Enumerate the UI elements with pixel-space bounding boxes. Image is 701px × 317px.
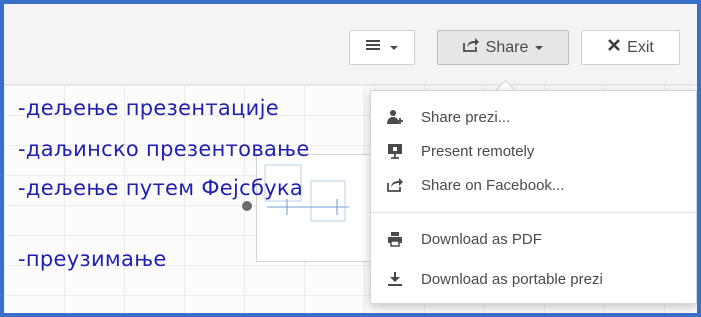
handwritten-line: -дељење путем Фејсбука [18, 176, 304, 200]
menu-item-share-facebook[interactable]: Share on Facebook... [371, 170, 696, 200]
share-arrow-icon [462, 37, 480, 58]
menu-item-download-portable[interactable]: Download as portable prezi [371, 264, 696, 294]
close-icon [607, 38, 621, 57]
hamburger-icon [365, 38, 383, 57]
top-toolbar: Share Exit [4, 4, 697, 85]
chevron-down-icon [534, 39, 544, 57]
exit-button[interactable]: Exit [581, 30, 680, 65]
share-button[interactable]: Share [437, 30, 569, 65]
add-user-icon [383, 109, 407, 125]
presentation-screen-icon [383, 143, 407, 159]
menu-button[interactable] [349, 30, 415, 65]
exit-button-label: Exit [627, 38, 654, 56]
slide-thumbnail[interactable] [256, 154, 376, 262]
menu-divider [371, 212, 696, 213]
menu-item-label: Present remotely [421, 142, 535, 160]
menu-item-download-pdf[interactable]: Download as PDF [371, 224, 696, 254]
menu-item-label: Download as portable prezi [421, 270, 603, 288]
app-frame: Share Exit -дељење презентације -даљинск… [0, 0, 701, 317]
chevron-down-icon [389, 39, 399, 57]
menu-item-label: Share on Facebook... [421, 176, 565, 194]
menu-item-label: Share prezi... [421, 108, 511, 126]
share-button-label: Share [485, 38, 529, 56]
navigation-dot[interactable] [242, 201, 252, 211]
handwritten-line: -преузимање [18, 247, 167, 271]
handwritten-line: -даљинско презентовање [18, 137, 310, 161]
handwritten-line: -дељење презентације [18, 96, 279, 120]
menu-item-present-remotely[interactable]: Present remotely [371, 136, 696, 166]
share-arrow-icon [383, 177, 407, 193]
share-dropdown-menu: Share prezi... Present remotely Share on… [370, 90, 697, 304]
printer-icon [383, 231, 407, 247]
download-icon [383, 271, 407, 287]
menu-item-label: Download as PDF [421, 230, 542, 248]
menu-item-share-prezi[interactable]: Share prezi... [371, 102, 696, 132]
